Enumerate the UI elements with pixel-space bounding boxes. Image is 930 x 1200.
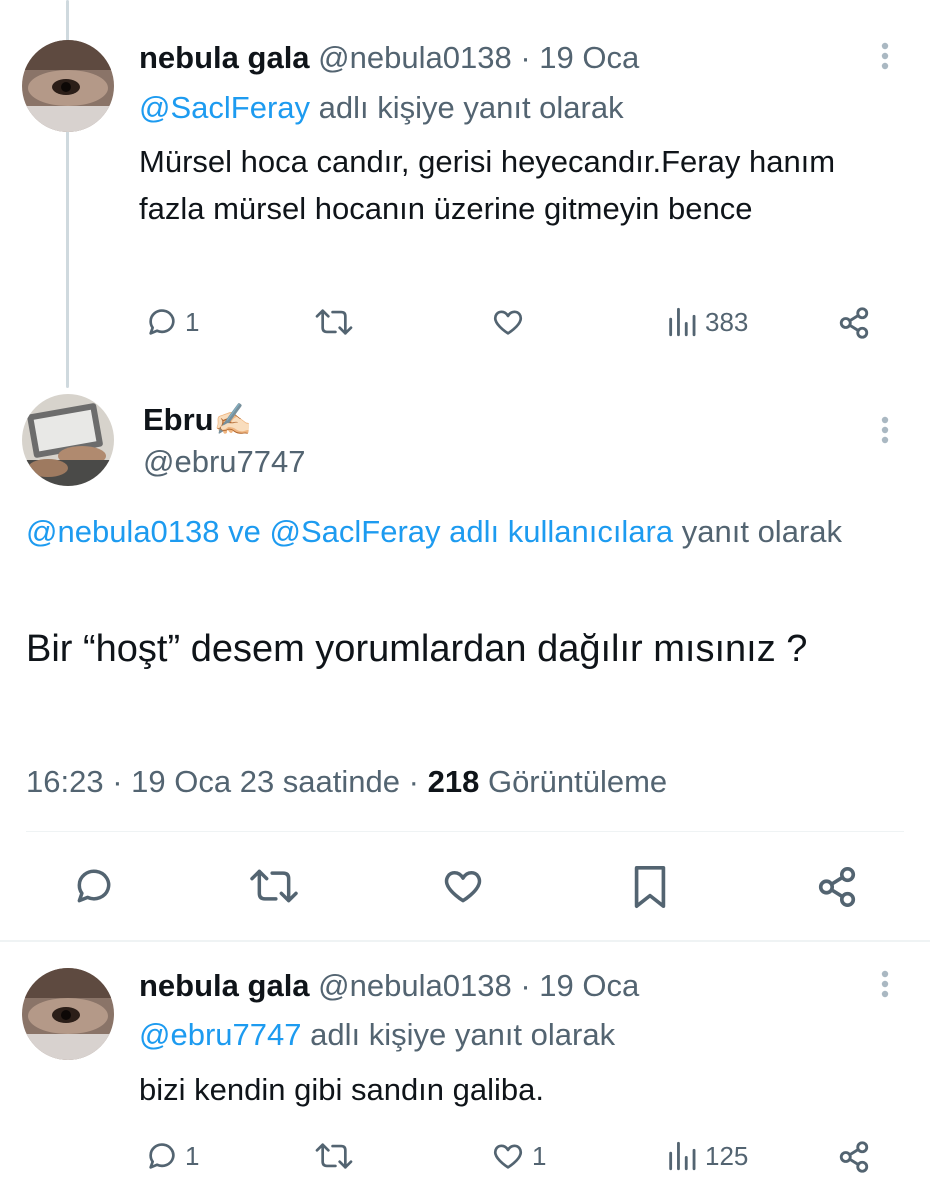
tweet-date[interactable]: 19 Oca bbox=[539, 40, 639, 75]
tweet-header: nebula gala @nebula0138 · 19 Oca bbox=[139, 966, 639, 1006]
reply-context: @ebru7747 adlı kişiye yanıt olarak bbox=[139, 1015, 615, 1055]
views-label: Görüntüleme bbox=[487, 764, 668, 799]
reply-context: @SaclFeray adlı kişiye yanıt olarak bbox=[139, 88, 624, 128]
share-button[interactable] bbox=[836, 1139, 872, 1175]
retweet-icon bbox=[315, 1143, 353, 1169]
views-count: 383 bbox=[705, 306, 749, 337]
share-button[interactable] bbox=[836, 305, 872, 341]
like-icon bbox=[493, 1144, 523, 1169]
bookmark-button[interactable] bbox=[630, 864, 670, 910]
separator: · bbox=[408, 764, 419, 799]
mention-link[interactable]: @ebru7747 bbox=[139, 1017, 301, 1052]
reply-icon bbox=[77, 869, 111, 903]
reply-icon bbox=[149, 309, 175, 335]
divider bbox=[0, 940, 930, 942]
mention-link[interactable]: @SaclFeray bbox=[139, 90, 310, 125]
share-icon bbox=[818, 866, 856, 908]
avatar[interactable] bbox=[22, 40, 114, 132]
views-icon bbox=[669, 307, 696, 337]
tweet-header: Ebru✍🏻 bbox=[143, 400, 252, 440]
display-name[interactable]: nebula gala bbox=[139, 968, 310, 1003]
avatar[interactable] bbox=[22, 394, 114, 486]
tweet-meta: 16:23 · 19 Oca 23 saatinde · 218 Görüntü… bbox=[26, 762, 667, 802]
share-icon bbox=[839, 307, 869, 339]
like-count: 1 bbox=[532, 1140, 547, 1171]
reply-icon bbox=[149, 1143, 175, 1169]
views-count: 125 bbox=[705, 1140, 749, 1171]
retweet-button[interactable] bbox=[314, 1139, 354, 1173]
display-name[interactable]: Ebru bbox=[143, 402, 214, 437]
separator: · bbox=[112, 764, 123, 799]
divider bbox=[26, 831, 904, 832]
mention-links[interactable]: @nebula0138 ve @SaclFeray adlı kullanıcı… bbox=[26, 514, 673, 549]
retweet-button[interactable] bbox=[248, 864, 300, 908]
name-emoji: ✍🏻 bbox=[213, 402, 253, 438]
more-icon[interactable] bbox=[870, 38, 900, 78]
separator: · bbox=[520, 40, 531, 75]
share-icon bbox=[839, 1141, 869, 1173]
share-button[interactable] bbox=[814, 864, 860, 910]
reply-count: 1 bbox=[185, 1140, 200, 1171]
reply-button[interactable]: 1 bbox=[145, 305, 199, 339]
like-button[interactable]: 1 bbox=[490, 1139, 546, 1173]
tweet-date[interactable]: 19 Oca bbox=[539, 968, 639, 1003]
bookmark-icon bbox=[634, 866, 666, 908]
tweet-header: nebula gala @nebula0138 · 19 Oca bbox=[139, 38, 639, 78]
reply-suffix: adlı kişiye yanıt olarak bbox=[310, 1017, 616, 1052]
reply-count: 1 bbox=[185, 306, 200, 337]
handle[interactable]: @ebru7747 bbox=[143, 444, 305, 479]
views-button[interactable]: 125 bbox=[665, 1139, 748, 1173]
reply-context: @nebula0138 ve @SaclFeray adlı kullanıcı… bbox=[26, 508, 906, 556]
handle-row: @ebru7747 bbox=[143, 442, 305, 482]
retweet-icon bbox=[315, 309, 353, 335]
views-button[interactable]: 383 bbox=[665, 305, 748, 339]
more-icon[interactable] bbox=[870, 966, 900, 1006]
retweet-icon bbox=[250, 869, 298, 903]
handle[interactable]: @nebula0138 bbox=[318, 968, 512, 1003]
reply-suffix: adlı kişiye yanıt olarak bbox=[318, 90, 624, 125]
tweet-text: Mürsel hoca candır, gerisi heyecandır.Fe… bbox=[139, 144, 836, 226]
tweet-text: bizi kendin gibi sandın galiba. bbox=[139, 1072, 544, 1107]
like-icon bbox=[444, 871, 482, 903]
reply-suffix: yanıt olarak bbox=[681, 514, 843, 549]
reply-button[interactable]: 1 bbox=[145, 1139, 199, 1173]
views-icon bbox=[669, 1141, 696, 1171]
views-count: 218 bbox=[427, 764, 480, 799]
like-icon bbox=[493, 310, 523, 335]
separator: · bbox=[520, 968, 531, 1003]
handle[interactable]: @nebula0138 bbox=[318, 40, 512, 75]
like-button[interactable] bbox=[490, 305, 526, 339]
tweet-time[interactable]: 16:23 bbox=[26, 764, 104, 799]
like-button[interactable] bbox=[440, 864, 486, 908]
more-icon[interactable] bbox=[870, 412, 900, 452]
avatar[interactable] bbox=[22, 968, 114, 1060]
retweet-button[interactable] bbox=[314, 305, 354, 339]
tweet-text: Bir “hoşt” desem yorumlardan dağılır mıs… bbox=[26, 628, 808, 670]
tweet-date[interactable]: 19 Oca 23 saatinde bbox=[131, 764, 400, 799]
display-name[interactable]: nebula gala bbox=[139, 40, 310, 75]
reply-button[interactable] bbox=[72, 864, 116, 908]
